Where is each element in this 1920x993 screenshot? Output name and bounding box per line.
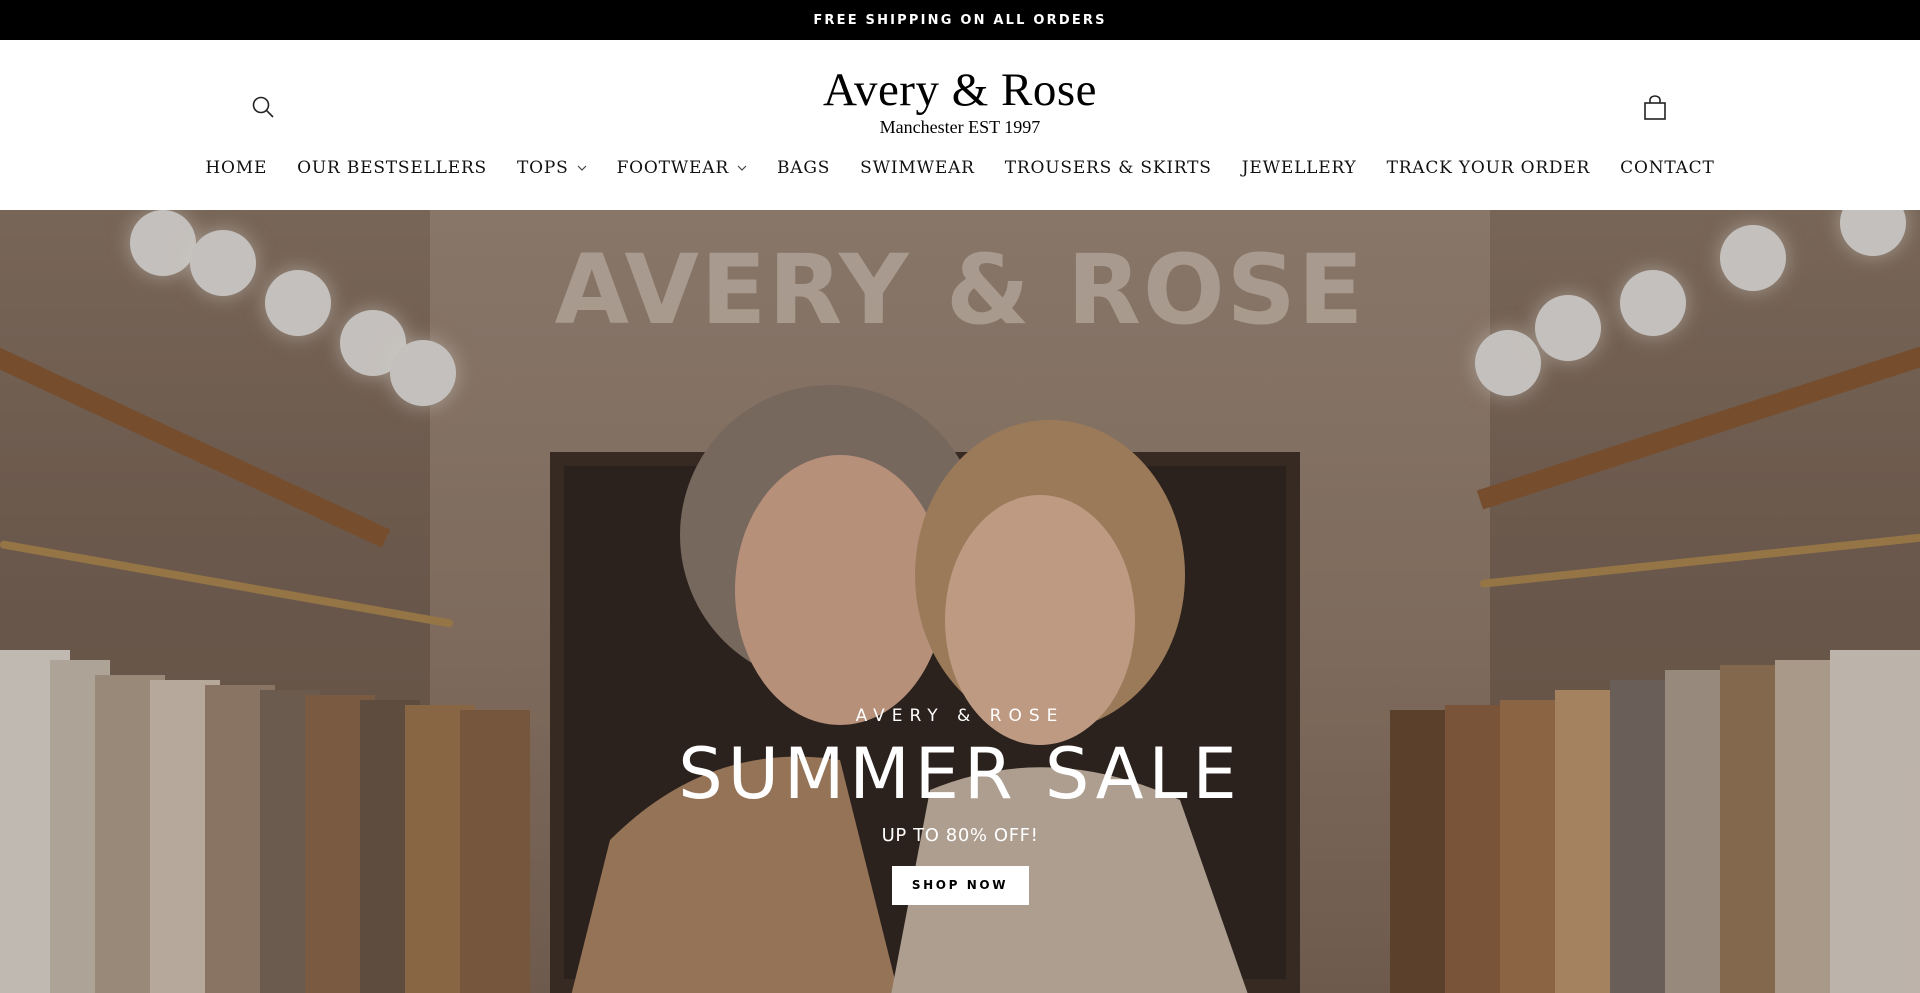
nav-item-track-order[interactable]: TRACK YOUR ORDER — [1372, 158, 1606, 178]
nav-item-bags[interactable]: BAGS — [762, 158, 845, 178]
logo-name: Avery & Rose — [822, 64, 1098, 116]
shop-now-button[interactable]: SHOP NOW — [891, 866, 1029, 905]
chevron-down-icon — [737, 165, 747, 171]
nav-item-bestsellers[interactable]: OUR BESTSELLERS — [282, 158, 502, 178]
announcement-bar: FREE SHIPPING ON ALL ORDERS — [0, 0, 1920, 40]
nav-label: OUR BESTSELLERS — [297, 158, 488, 178]
chevron-down-icon — [577, 165, 587, 171]
shopping-bag-icon — [1644, 95, 1666, 120]
nav-item-contact[interactable]: CONTACT — [1605, 158, 1729, 178]
nav-label: SWIMWEAR — [860, 158, 975, 178]
nav-item-jewellery[interactable]: JEWELLERY — [1227, 158, 1372, 178]
nav-item-tops[interactable]: TOPS — [502, 158, 602, 178]
main-nav: HOME OUR BESTSELLERS TOPS FOOTWEAR BAGS … — [0, 158, 1920, 178]
hero-banner[interactable]: AVERY & ROSE AVERY & ROSE SUMMER SALE UP… — [0, 210, 1920, 993]
announcement-text: FREE SHIPPING ON ALL ORDERS — [813, 12, 1107, 28]
hero-eyebrow: AVERY & ROSE — [855, 706, 1065, 726]
hero-title: SUMMER SALE — [678, 733, 1242, 815]
nav-label: TOPS — [517, 158, 569, 178]
nav-item-home[interactable]: HOME — [190, 158, 282, 178]
nav-label: BAGS — [776, 158, 831, 178]
nav-label: TRACK YOUR ORDER — [1386, 158, 1591, 178]
nav-label: FOOTWEAR — [616, 158, 729, 178]
hero-content: AVERY & ROSE SUMMER SALE UP TO 80% OFF! … — [0, 706, 1920, 905]
nav-item-trousers-skirts[interactable]: TROUSERS & SKIRTS — [990, 158, 1227, 178]
nav-item-footwear[interactable]: FOOTWEAR — [602, 158, 762, 178]
hero-subtitle: UP TO 80% OFF! — [881, 825, 1039, 846]
nav-item-swimwear[interactable]: SWIMWEAR — [845, 158, 990, 178]
nav-label: HOME — [205, 158, 268, 178]
cart-button[interactable] — [1640, 92, 1670, 124]
site-header: Avery & Rose Manchester EST 1997 HOME OU… — [0, 40, 1920, 210]
nav-label: TROUSERS & SKIRTS — [1004, 158, 1212, 178]
nav-label: JEWELLERY — [1241, 158, 1357, 178]
nav-label: CONTACT — [1620, 158, 1715, 178]
site-logo[interactable]: Avery & Rose Manchester EST 1997 — [0, 64, 1920, 139]
logo-tagline: Manchester EST 1997 — [879, 117, 1041, 138]
